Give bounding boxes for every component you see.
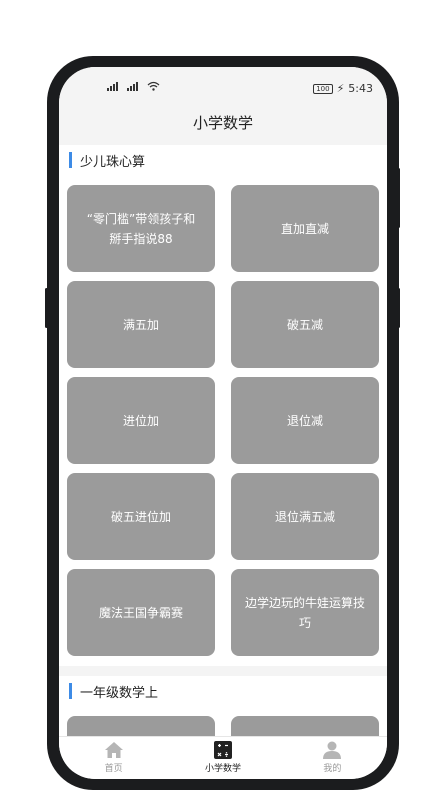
section-divider (59, 666, 387, 676)
course-card[interactable]: 直加直减 (231, 185, 379, 272)
section-header: 少儿珠心算 (67, 145, 379, 175)
course-card[interactable]: 退位满五减 (231, 473, 379, 560)
calculator-icon (213, 741, 232, 759)
tab-label: 首页 (104, 764, 123, 774)
content-scroll[interactable]: 少儿珠心算 “零门槛”带领孩子和掰手指说88 直加直减 满五加 破五减 进位加 … (59, 145, 387, 737)
charging-icon: ⚡ (336, 82, 345, 95)
section-header: 一年级数学上 (67, 676, 379, 706)
section-title: 一年级数学上 (80, 685, 159, 701)
section-grade1: 一年级数学上 (59, 676, 387, 737)
side-button (397, 288, 400, 328)
course-card[interactable]: 边学边玩的牛娃运算技巧 (231, 569, 379, 656)
signal-icon (127, 81, 138, 91)
course-card[interactable]: “零门槛”带领孩子和掰手指说88 (67, 185, 215, 272)
section-title: 少儿珠心算 (80, 154, 146, 170)
course-card[interactable]: 魔法王国争霸赛 (67, 569, 215, 656)
tab-label: 小学数学 (204, 764, 241, 774)
page-title: 小学数学 (192, 114, 253, 132)
section-abacus: 少儿珠心算 “零门槛”带领孩子和掰手指说88 直加直减 满五加 破五减 进位加 … (59, 145, 387, 666)
section-accent-bar (69, 152, 72, 168)
tab-label: 我的 (323, 764, 342, 774)
bottom-tab-bar: 首页 小学数学 我的 (59, 736, 387, 779)
signal-icon (107, 81, 118, 91)
course-card[interactable] (231, 716, 379, 737)
title-bar: 小学数学 (59, 105, 387, 141)
course-card[interactable]: 满五加 (67, 281, 215, 368)
side-button (397, 168, 400, 228)
side-button (45, 288, 48, 328)
course-card[interactable] (67, 716, 215, 737)
course-card[interactable]: 进位加 (67, 377, 215, 464)
home-icon (104, 742, 123, 758)
course-card[interactable]: 破五进位加 (67, 473, 215, 560)
wifi-icon (147, 81, 160, 91)
tab-home[interactable]: 首页 (59, 737, 168, 779)
course-grid (67, 706, 379, 737)
course-card[interactable]: 破五减 (231, 281, 379, 368)
tab-profile[interactable]: 我的 (278, 737, 387, 779)
course-grid: “零门槛”带领孩子和掰手指说88 直加直减 满五加 破五减 进位加 退位减 破五… (67, 175, 379, 656)
user-icon (323, 741, 342, 759)
tab-math[interactable]: 小学数学 (168, 737, 277, 779)
section-accent-bar (69, 683, 72, 699)
status-right: 100 ⚡ 5:43 (313, 82, 373, 95)
status-time: 5:43 (348, 82, 373, 95)
course-card[interactable]: 退位减 (231, 377, 379, 464)
signal-indicators (107, 81, 160, 91)
battery-icon: 100 (313, 83, 333, 94)
app-screen: 100 ⚡ 5:43 小学数学 少儿珠心算 “零门槛”带领孩子和掰手指说88 直… (59, 67, 387, 779)
status-bar: 100 ⚡ 5:43 (59, 67, 387, 105)
